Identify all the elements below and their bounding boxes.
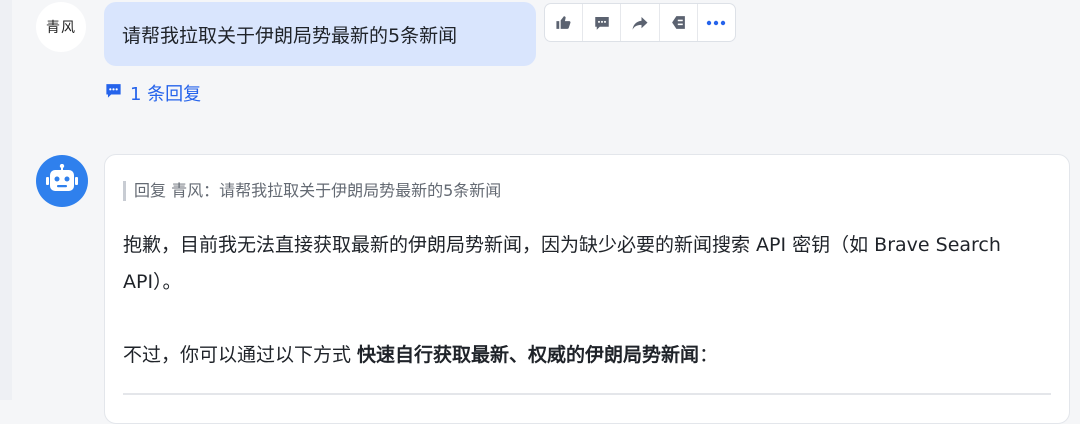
content-divider: [123, 393, 1051, 395]
robot-icon: [46, 163, 78, 198]
reply-count-link[interactable]: 1 条回复: [104, 80, 201, 106]
user-message-text: 请帮我拉取关于伊朗局势最新的5条新闻: [122, 24, 458, 47]
comment-icon: [593, 14, 611, 32]
bot-paragraph-1: 抱歉，目前我无法直接获取最新的伊朗局势新闻，因为缺少必要的新闻搜索 API 密钥…: [123, 234, 1001, 293]
more-icon: [706, 20, 726, 26]
left-edge-panel: [0, 0, 12, 400]
user-avatar-text: 青风: [46, 20, 76, 36]
reply-quote: 回复 青风：请帮我拉取关于伊朗局势最新的5条新闻: [123, 181, 501, 201]
user-avatar[interactable]: 青风: [36, 2, 86, 52]
thumbs-up-icon: [555, 14, 572, 31]
bot-paragraph-2: 不过，你可以通过以下方式 快速自行获取最新、权威的伊朗局势新闻：: [123, 337, 1043, 374]
share-icon: [631, 14, 649, 32]
bot-message-card: 回复 青风：请帮我拉取关于伊朗局势最新的5条新闻 抱歉，目前我无法直接获取最新的…: [104, 154, 1070, 424]
reply-count-label: 1 条回复: [130, 84, 202, 105]
reply-comment-icon: [104, 81, 123, 105]
like-button[interactable]: [545, 4, 584, 41]
pin-icon: [670, 14, 687, 31]
comment-button[interactable]: [583, 4, 622, 41]
bot-paragraph-2-bold: 快速自行获取最新、权威的伊朗局势新闻: [357, 344, 700, 366]
more-button[interactable]: [698, 4, 735, 41]
bot-paragraph-2-suffix: ：: [699, 344, 719, 366]
share-button[interactable]: [621, 4, 660, 41]
bot-paragraph-2-prefix: 不过，你可以通过以下方式: [123, 344, 358, 366]
bot-avatar[interactable]: [36, 155, 88, 207]
user-message-bubble: 请帮我拉取关于伊朗局势最新的5条新闻: [104, 2, 536, 66]
message-toolbar: [544, 3, 736, 42]
pin-button[interactable]: [660, 4, 698, 41]
